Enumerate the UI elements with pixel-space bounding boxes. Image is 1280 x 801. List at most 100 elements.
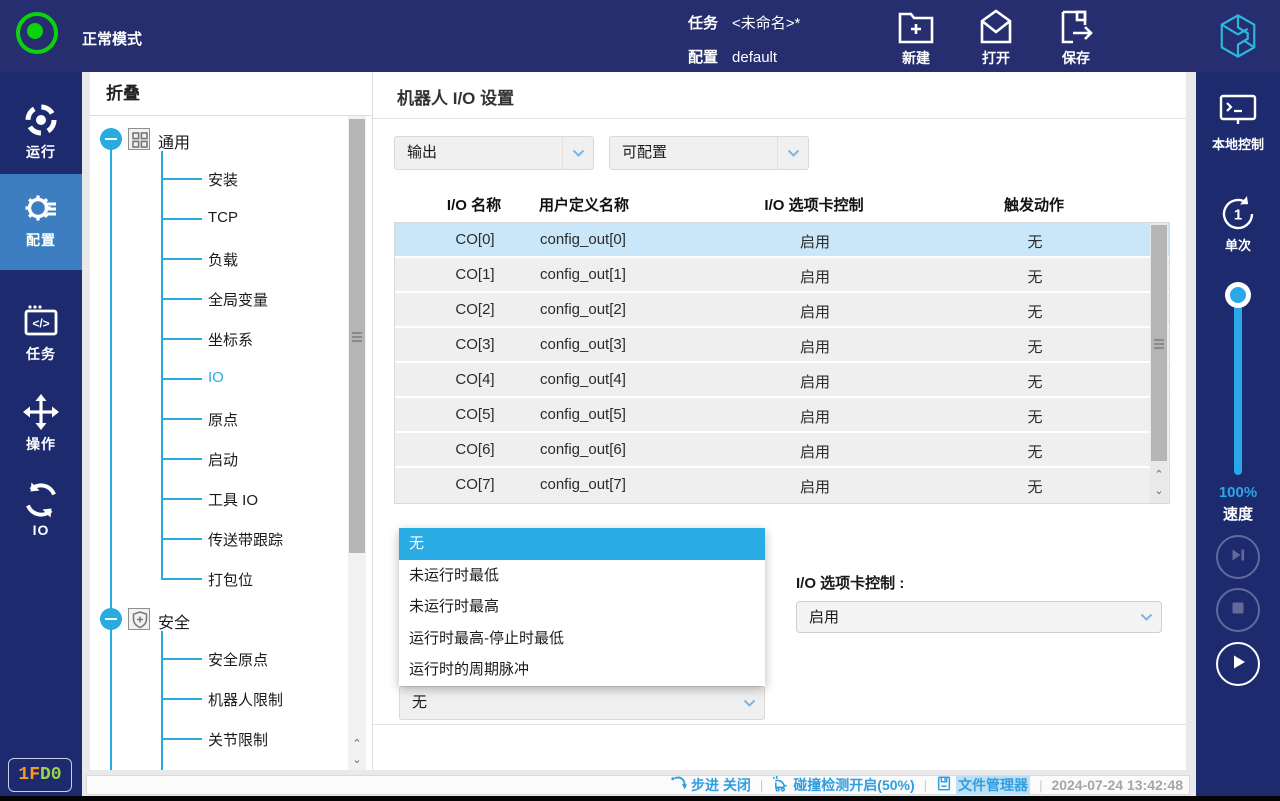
sidebar-item-配置[interactable]: 配置 (0, 174, 82, 270)
tree-branch-line (161, 151, 163, 579)
table-cell: config_out[5] (540, 406, 760, 423)
table-cell: 无 (955, 266, 1115, 287)
chevron-down-icon (734, 687, 764, 719)
table-cell: CO[0] (419, 231, 531, 248)
status-code-badge: 1FD0 (8, 758, 72, 792)
tree-item-机器人限制[interactable]: 机器人限制 (208, 689, 283, 710)
dropdown-option[interactable]: 运行时最高-停止时最低 (399, 623, 765, 655)
speed-percentage: 100% (1196, 484, 1280, 501)
table-scrollbar[interactable]: ⌃ ⌄ (1150, 223, 1168, 503)
tree-item-IO[interactable]: IO (208, 369, 224, 386)
table-cell: config_out[4] (540, 371, 760, 388)
io-category-select[interactable]: 可配置 (609, 136, 809, 170)
tree-item-传送带跟踪[interactable]: 传送带跟踪 (208, 529, 283, 550)
chevron-down-icon (562, 137, 593, 169)
robot-io-settings-panel: 机器人 I/O 设置 输出 可配置 I/O 名称用户定义名称I/O 选项卡控制触… (372, 72, 1186, 770)
scroll-down-arrow[interactable]: ⌄ (1151, 485, 1167, 497)
sidebar-item-IO[interactable]: IO (0, 466, 82, 562)
io-tab-control-label: I/O 选项卡控制 : (796, 572, 904, 593)
tree-node-通用[interactable]: 通用 (158, 129, 190, 153)
scroll-down-arrow[interactable]: ⌄ (349, 754, 365, 766)
tree-item-全局变量[interactable]: 全局变量 (208, 289, 268, 310)
dropdown-option[interactable]: 运行时的周期脉冲 (399, 654, 765, 686)
dropdown-option[interactable]: 未运行时最低 (399, 560, 765, 592)
table-row-CO[0][interactable]: CO[0]config_out[0]启用无 (395, 223, 1169, 258)
io-tab-control-select[interactable]: 启用 (796, 601, 1162, 633)
status-separator: | (924, 778, 927, 793)
tree-scrollbar-thumb[interactable] (349, 119, 365, 553)
move-arrows-icon (21, 392, 61, 432)
table-row-CO[6][interactable]: CO[6]config_out[6]启用无 (395, 433, 1169, 468)
open-button-label: 打开 (964, 48, 1028, 68)
sidebar-item-运行[interactable]: 运行 (0, 86, 82, 182)
table-cell: CO[6] (419, 441, 531, 458)
single-run-label: 单次 (1196, 235, 1280, 254)
io-table: CO[0]config_out[0]启用无CO[1]config_out[1]启… (394, 222, 1170, 504)
sidebar-item-label: IO (0, 522, 82, 538)
scroll-up-arrow[interactable]: ⌃ (349, 738, 365, 750)
new-button-label: 新建 (884, 48, 948, 68)
scroll-up-arrow[interactable]: ⌃ (1151, 469, 1167, 481)
sidebar-item-任务[interactable]: </>任务 (0, 288, 82, 384)
tree-scrollbar[interactable]: ⌃ ⌄ (348, 116, 366, 770)
speed-slider-track[interactable] (1234, 295, 1242, 475)
sidebar-item-label: 任务 (0, 344, 82, 364)
play-button[interactable] (1216, 642, 1260, 686)
tree-item-工具 IO[interactable]: 工具 IO (208, 489, 258, 510)
single-run-icon[interactable]: 1 (1216, 192, 1260, 241)
tree-item-TCP[interactable]: TCP (208, 209, 238, 226)
sidebar-item-操作[interactable]: 操作 (0, 378, 82, 474)
table-scrollbar-thumb[interactable] (1151, 225, 1167, 461)
tree-item-启动[interactable]: 启动 (208, 449, 238, 470)
open-button[interactable]: 打开 (964, 8, 1028, 68)
clock-timestamp: 2024-07-24 13:42:48 (1051, 777, 1183, 793)
collapse-toggle[interactable] (100, 608, 122, 630)
dropdown-option[interactable]: 未运行时最高 (399, 591, 765, 623)
svg-text:1: 1 (1234, 207, 1242, 224)
status-item[interactable]: 步进 关闭 (670, 775, 751, 795)
table-row-CO[3][interactable]: CO[3]config_out[3]启用无 (395, 328, 1169, 363)
speed-label: 速度 (1196, 503, 1280, 524)
trigger-action-dropdown-list: 无未运行时最低未运行时最高运行时最高-停止时最低运行时的周期脉冲 (399, 528, 765, 686)
status-item[interactable]: 文件管理器 (936, 775, 1030, 795)
grid-icon (128, 128, 150, 150)
tree-item-打包位[interactable]: 打包位 (208, 569, 253, 590)
dropdown-option[interactable]: 无 (399, 528, 765, 560)
config-row: 配置default (688, 46, 777, 67)
speed-slider-thumb[interactable] (1225, 282, 1251, 308)
new-button[interactable]: 新建 (884, 8, 948, 68)
io-cycle-icon (21, 480, 61, 520)
tree-item-原点[interactable]: 原点 (208, 409, 238, 430)
table-row-CO[4][interactable]: CO[4]config_out[4]启用无 (395, 363, 1169, 398)
top-bar: 正常模式 任务<未命名>* 配置default 新建打开保存 (0, 0, 1280, 72)
tree-item-关节限制[interactable]: 关节限制 (208, 729, 268, 750)
status-green-dot (27, 23, 43, 39)
tree-connector-line (161, 658, 202, 660)
tree-item-坐标系[interactable]: 坐标系 (208, 329, 253, 350)
save-button[interactable]: 保存 (1044, 8, 1108, 68)
io-direction-select[interactable]: 输出 (394, 136, 594, 170)
table-cell: 无 (955, 371, 1115, 392)
table-cell: CO[1] (419, 266, 531, 283)
local-control-icon[interactable] (1217, 92, 1259, 133)
table-row-CO[5][interactable]: CO[5]config_out[5]启用无 (395, 398, 1169, 433)
stop-button (1216, 588, 1260, 632)
trigger-action-select[interactable]: 无 (399, 686, 765, 720)
status-item[interactable]: 碰撞检测开启(50%) (772, 775, 914, 795)
io-direction-value: 输出 (407, 144, 437, 161)
collapse-all-button[interactable]: 折叠 (90, 72, 372, 116)
table-cell: config_out[0] (540, 231, 760, 248)
table-row-CO[1][interactable]: CO[1]config_out[1]启用无 (395, 258, 1169, 293)
tree-connector-line (161, 298, 202, 300)
tree-node-安全[interactable]: 安全 (158, 609, 190, 633)
collapse-toggle[interactable] (100, 128, 122, 150)
tree-item-安装[interactable]: 安装 (208, 169, 238, 190)
status-item-text: 文件管理器 (956, 775, 1030, 795)
chevron-down-icon (1131, 602, 1161, 632)
table-row-CO[2][interactable]: CO[2]config_out[2]启用无 (395, 293, 1169, 328)
tree-item-安全原点[interactable]: 安全原点 (208, 649, 268, 670)
io-table-header: I/O 名称用户定义名称I/O 选项卡控制触发动作 (394, 188, 1168, 220)
tree-item-负载[interactable]: 负载 (208, 249, 238, 270)
table-cell: CO[2] (419, 301, 531, 318)
table-row-CO[7][interactable]: CO[7]config_out[7]启用无 (395, 468, 1169, 503)
